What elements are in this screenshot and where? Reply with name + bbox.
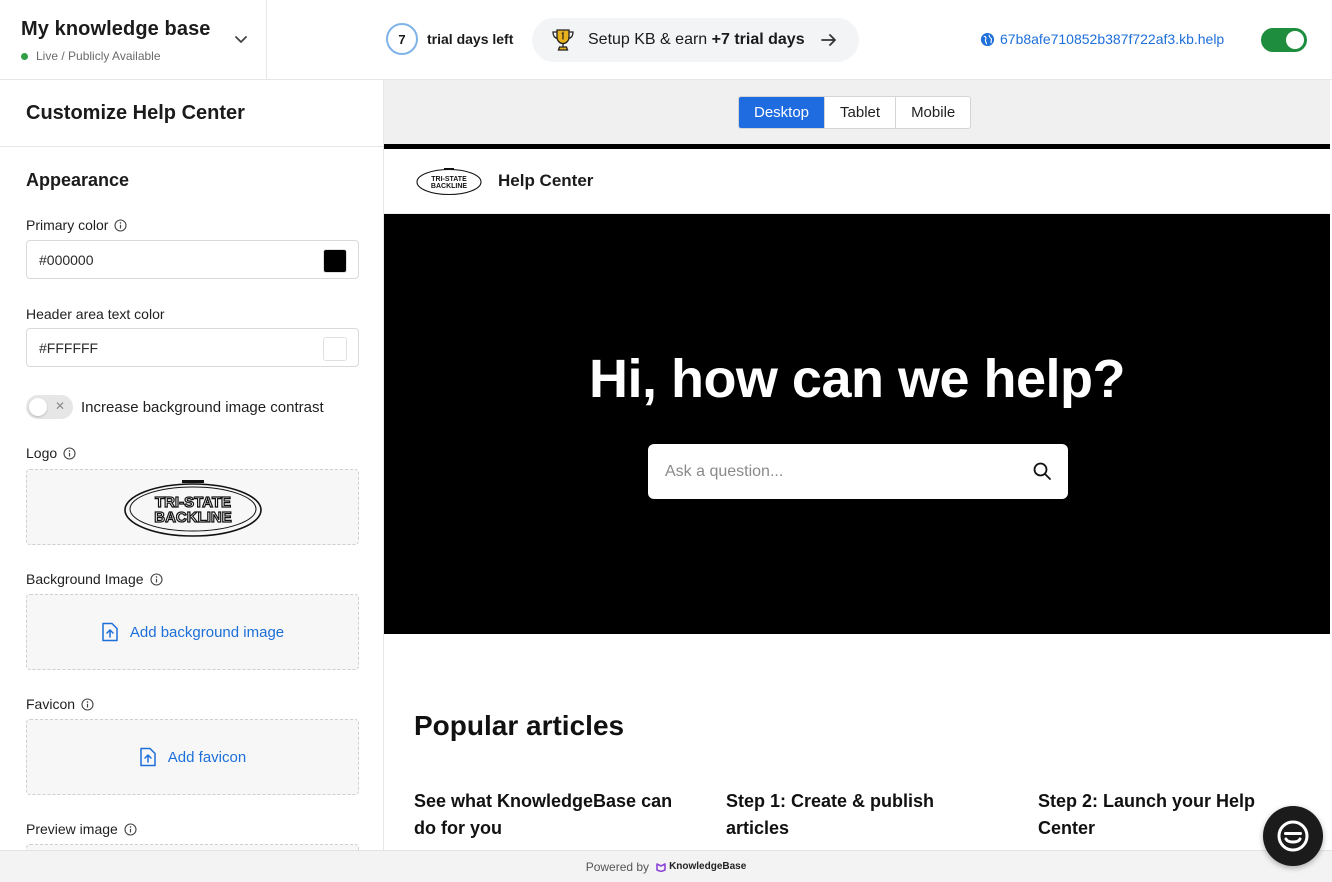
add-favicon-button[interactable]: Add favicon — [139, 747, 246, 767]
trial-days-ring: 7 — [386, 23, 418, 55]
chevron-down-icon[interactable] — [232, 30, 250, 48]
article-link[interactable]: Step 1: Create & publish articles — [726, 788, 996, 842]
search-input[interactable]: Ask a question... — [648, 444, 1068, 499]
info-icon[interactable] — [63, 446, 76, 460]
powered-by-bar: Powered by KnowledgeBase — [0, 850, 1332, 882]
preview-site-title: Help Center — [498, 171, 594, 190]
kb-url-link[interactable]: 67b8afe710852b387f722af3.kb.help — [980, 31, 1224, 47]
tab-desktop[interactable]: Desktop — [739, 97, 825, 128]
search-placeholder: Ask a question... — [665, 462, 784, 480]
favicon-label: Favicon — [26, 696, 94, 712]
header-text-color-input[interactable]: #FFFFFF — [26, 328, 359, 367]
logo-text-line1: TRI-STATE — [431, 176, 467, 183]
customize-panel: Customize Help Center Appearance Primary… — [0, 80, 384, 850]
chat-widget-button[interactable] — [1263, 806, 1323, 866]
file-upload-icon — [102, 622, 118, 642]
toggle-knob — [1286, 31, 1304, 49]
header-text-color-value: #FFFFFF — [39, 339, 99, 356]
kb-switcher[interactable]: My knowledge base Live / Publicly Availa… — [0, 0, 267, 80]
top-bar: My knowledge base Live / Publicly Availa… — [0, 0, 1332, 80]
panel-title: Customize Help Center — [0, 80, 383, 147]
setup-kb-button[interactable]: Setup KB & earn +7 trial days — [532, 18, 859, 62]
add-background-image-button[interactable]: Add background image — [101, 622, 284, 642]
background-image-dropzone[interactable]: Add background image — [26, 594, 359, 670]
preview-toolbar: Desktop Tablet Mobile — [384, 80, 1330, 144]
toggle-knob — [29, 398, 47, 416]
header-text-color-label: Header area text color — [26, 306, 165, 322]
close-icon: ✕ — [54, 399, 65, 413]
primary-color-input[interactable]: #000000 — [26, 240, 359, 279]
add-background-image-text: Add background image — [129, 623, 285, 641]
search-icon[interactable] — [1032, 461, 1052, 481]
contrast-row: ✕ Increase background image contrast — [26, 395, 324, 419]
knowledgebase-brand[interactable]: KnowledgeBase — [669, 861, 746, 872]
trial-days-text: trial days left — [427, 31, 514, 47]
file-upload-icon — [140, 747, 156, 767]
logo-text-line2: BACKLINE — [431, 183, 467, 190]
device-tabs: Desktop Tablet Mobile — [738, 96, 972, 129]
setup-bonus: +7 trial days — [711, 31, 805, 48]
trophy-icon — [552, 29, 574, 51]
live-status-dot — [21, 52, 28, 60]
background-image-label: Background Image — [26, 571, 163, 587]
trial-indicator: 7 trial days left — [386, 23, 513, 55]
info-icon[interactable] — [114, 218, 128, 232]
publish-toggle[interactable] — [1261, 28, 1307, 52]
preview-image-label: Preview image — [26, 821, 137, 837]
logo-text-line2: BACKLINE — [154, 509, 232, 526]
arrow-right-icon — [820, 34, 836, 46]
globe-icon — [980, 32, 995, 46]
primary-color-swatch[interactable] — [323, 249, 347, 273]
tab-tablet[interactable]: Tablet — [824, 97, 895, 128]
header-text-color-swatch[interactable] — [323, 337, 347, 361]
hero-section: Hi, how can we help? Ask a question... — [384, 214, 1330, 634]
help-center-preview: TRI-STATE BACKLINE Help Center Hi, how c… — [384, 144, 1330, 850]
tri-state-backline-logo: TRI-STATE BACKLINE — [416, 168, 482, 196]
powered-by-text: Powered by — [585, 859, 650, 874]
add-favicon-text: Add favicon — [167, 748, 247, 766]
info-icon[interactable] — [81, 697, 94, 711]
favicon-dropzone[interactable]: Add favicon — [26, 719, 359, 795]
tri-state-backline-logo: TRI-STATE BACKLINE — [123, 480, 262, 537]
setup-text: Setup KB & earn +7 trial days — [588, 31, 805, 48]
appearance-heading: Appearance — [26, 170, 130, 190]
popular-articles-heading: Popular articles — [414, 710, 625, 741]
preview-header: TRI-STATE BACKLINE Help Center — [384, 149, 1330, 214]
info-icon[interactable] — [149, 572, 163, 586]
kb-name: My knowledge base — [21, 18, 211, 40]
contrast-toggle[interactable]: ✕ — [26, 395, 73, 419]
article-link[interactable]: See what KnowledgeBase can do for you — [414, 788, 684, 842]
info-icon[interactable] — [124, 822, 137, 836]
primary-color-label: Primary color — [26, 217, 128, 233]
logo-dropzone[interactable]: TRI-STATE BACKLINE — [26, 469, 359, 545]
contrast-label: Increase background image contrast — [81, 398, 324, 416]
kb-status-text: Live / Publicly Available — [36, 49, 161, 63]
hero-title: Hi, how can we help? — [588, 349, 1126, 409]
kb-status: Live / Publicly Available — [21, 49, 266, 63]
logo-label: Logo — [26, 445, 76, 461]
chat-icon — [1277, 820, 1309, 852]
primary-color-value: #000000 — [39, 251, 94, 268]
tab-mobile[interactable]: Mobile — [895, 97, 970, 128]
knowledgebase-logo-icon — [656, 862, 666, 872]
kb-url-text: 67b8afe710852b387f722af3.kb.help — [1000, 31, 1225, 47]
